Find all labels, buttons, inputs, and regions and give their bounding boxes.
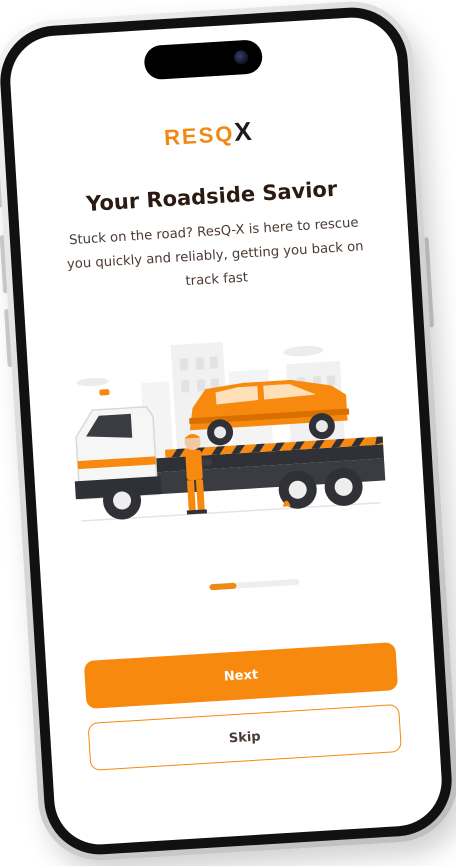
phone-device: RESQX Your Roadside Savior Stuck on the … [0,0,456,865]
stage: RESQX Your Roadside Savior Stuck on the … [0,0,456,866]
onboarding-subtitle: Stuck on the road? ResQ-X is here to res… [66,215,364,290]
next-button[interactable]: Next [83,642,399,710]
tow-truck-illustration [74,342,386,522]
onboarding-progress [209,578,300,591]
logo-x-mark-icon: X [233,115,253,147]
onboarding-progress-fill [209,582,237,591]
skip-button[interactable]: Skip [87,703,402,771]
app-screen: RESQX Your Roadside Savior Stuck on the … [7,14,445,848]
logo-text: RESQ [163,120,236,151]
app-logo: RESQX [13,107,402,162]
dynamic-island [143,39,264,81]
camera-icon [233,49,249,65]
